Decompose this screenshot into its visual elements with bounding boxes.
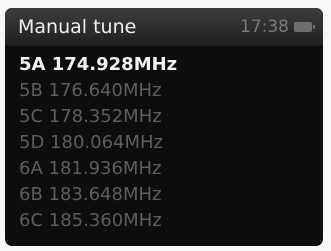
channel-list: 5A 174.928MHz 5B 176.640MHz 5C 178.352MH…: [19, 52, 177, 234]
battery-icon: [294, 22, 315, 32]
channel-item-5b[interactable]: 5B 176.640MHz: [19, 78, 177, 104]
screen-title: Manual tune: [18, 16, 137, 38]
channel-item-6b[interactable]: 6B 183.648MHz: [19, 182, 177, 208]
channel-item-5d[interactable]: 5D 180.064MHz: [19, 130, 177, 156]
channel-item-5c[interactable]: 5C 178.352MHz: [19, 104, 177, 130]
channel-item-5a[interactable]: 5A 174.928MHz: [19, 52, 177, 78]
title-bar: Manual tune 17:38: [5, 8, 323, 46]
channel-item-6c[interactable]: 6C 185.360MHz: [19, 208, 177, 234]
radio-display: Manual tune 17:38 5A 174.928MHz 5B 176.6…: [5, 8, 323, 246]
clock: 17:38: [240, 17, 289, 37]
channel-item-6a[interactable]: 6A 181.936MHz: [19, 156, 177, 182]
